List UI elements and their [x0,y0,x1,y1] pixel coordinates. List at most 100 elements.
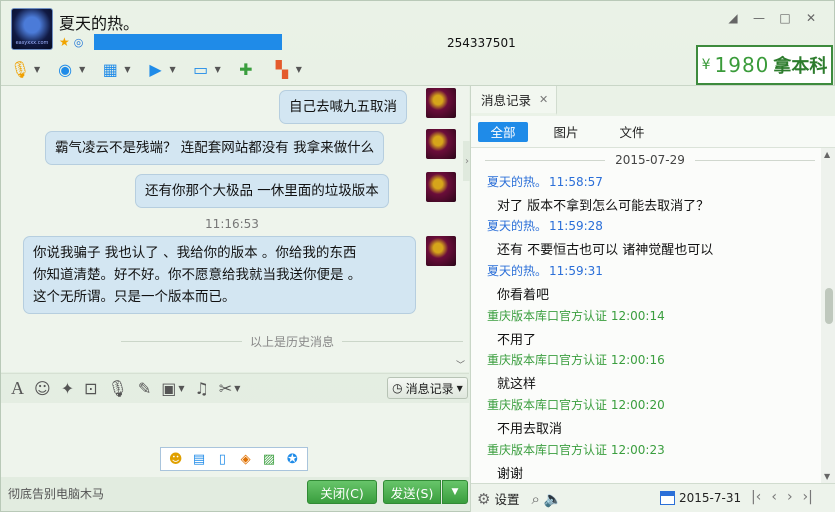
record-text: 就这样 [497,377,537,392]
scissors-icon[interactable]: ✂ ▼ [219,379,241,398]
avatar-logo-text: easyxxx.com [15,40,49,46]
contact-avatar[interactable]: easyxxx.com [11,8,53,50]
emoji-icon[interactable]: ☺ [34,379,51,398]
screenshot-icon[interactable]: ⊡ [84,379,97,398]
plugin-photo-icon[interactable]: ▨ [260,450,278,468]
edit-icon[interactable]: ✎ [138,379,151,398]
filter-images[interactable]: 图片 [538,122,594,142]
send-file-icon: ▶ [149,59,162,79]
toolbar-group-chat[interactable]: ✚ [235,59,257,79]
record-text: 谢谢 [497,467,524,482]
date-picker-value: 2015-7-31 [679,491,742,505]
music-icon[interactable]: ♫ [195,379,209,398]
qq-number: 254337501 [447,36,516,50]
maximize-icon[interactable]: □ [772,8,798,28]
contact-name[interactable]: 夏天的热。 [59,10,139,34]
chat-message-area[interactable]: 自己去喊九五取消 霸气凌云不是残端？ 连配套网站都没有 我拿来做什么 还有你那个… [1,86,469,372]
plugin-gift-icon[interactable]: ◈ [237,450,255,468]
toolbar-video[interactable]: ◉ ▼ [54,59,85,79]
message-history-button[interactable]: ◷ 消息记录 ▼ [387,377,468,399]
record-text: 还有 不要恒古也可以 诸神觉醒也可以 [497,243,714,258]
plugin-emoji-icon[interactable]: ☻ [167,450,185,468]
tab-message-history[interactable]: 消息记录 ✕ [471,86,557,115]
record-text: 对了 版本不拿到怎么可能去取消了？ [497,199,710,214]
message-bubble[interactable]: 自己去喊九五取消 [279,90,407,124]
image-icon[interactable]: ▣ ▼ [161,379,184,398]
record-time: 11:59:28 [549,219,603,233]
magic-icon[interactable]: ✦ [61,379,74,398]
filter-files[interactable]: 文件 [604,122,660,142]
plugin-tablet-icon[interactable]: ▯ [213,450,231,468]
my-avatar[interactable] [426,88,456,118]
chat-add-icon: ✚ [239,59,253,79]
history-panel: 消息记录 ✕ 全部 图片 文件 2015-07-29 夏天的热。 11:58:57… [470,86,835,512]
voice-message-icon[interactable]: 🎙 [108,379,128,398]
screen-share-icon: ▦ [102,59,118,79]
record-sender[interactable]: 重庆版本库口官方认证 12:00:23 [487,441,665,458]
send-options-button[interactable]: ▼ [442,480,468,504]
my-avatar[interactable] [426,172,456,202]
first-page-icon[interactable]: |‹ [751,489,761,505]
sender-name: 夏天的热。 [487,264,548,278]
ad-banner[interactable]: ¥ 1980 拿本科 [696,45,833,85]
scrollbar-thumb[interactable] [825,288,833,324]
chevron-down-icon[interactable]: ▼ [124,65,130,74]
toolbar-screen[interactable]: ▦ ▼ [99,59,131,79]
message-line: 这个无所谓。只是一个版本而已。 [33,289,236,305]
speaker-icon[interactable]: 🔈 [544,490,563,508]
record-sender[interactable]: 重庆版本库口官方认证 12:00:16 [487,351,665,368]
scroll-down-icon[interactable]: ▼ [824,472,830,481]
close-icon[interactable]: ✕ [798,8,824,28]
chevron-down-icon[interactable]: ▼ [296,65,302,74]
search-icon[interactable]: ⌕ [531,490,539,508]
prev-page-icon[interactable]: ‹ [771,489,777,505]
next-page-icon[interactable]: › [787,489,793,505]
webcam-icon: ◉ [58,59,73,79]
settings-label[interactable]: 设置 [494,489,519,508]
message-bubble[interactable]: 还有你那个大极品 一休里面的垃圾版本 [135,174,389,208]
my-avatar[interactable] [426,129,456,159]
my-avatar[interactable] [426,236,456,266]
close-icon[interactable]: ✕ [539,93,548,106]
record-sender[interactable]: 夏天的热。 11:59:31 [487,262,603,279]
record-sender[interactable]: 重庆版本库口官方认证 12:00:20 [487,396,665,413]
message-bubble[interactable]: 霸气凌云不是残端？ 连配套网站都没有 我拿来做什么 [45,131,385,165]
plugin-bar: ☻ ▤ ▯ ◈ ▨ ✪ [160,447,308,471]
chevron-down-icon[interactable]: ▼ [169,65,175,74]
last-page-icon[interactable]: ›| [803,489,813,505]
scroll-down-icon[interactable]: ﹀ [456,358,465,371]
status-text[interactable]: 彻底告别电脑木马 [8,485,104,502]
toolbar-file[interactable]: ▶ ▼ [144,59,175,79]
close-button[interactable]: 关闭(C) [307,480,377,504]
record-text: 不用去取消 [497,422,563,437]
plugin-star-icon[interactable]: ✪ [283,450,301,468]
plugin-doc-icon[interactable]: ▤ [190,450,208,468]
send-button[interactable]: 发送(S) [383,480,441,504]
gear-icon[interactable]: ⚙ [477,490,490,508]
qq-chat-window: easyxxx.com 夏天的热。 ★ ◎ 254337501 ◢ — □ ✕ … [0,0,835,512]
message-bubble[interactable]: 你说我骗子 我也认了 、我给你的版本 。你给我的东西 你知道清楚。好不好。你不愿… [23,236,416,314]
chevron-down-icon[interactable]: ▼ [79,65,85,74]
scroll-up-icon[interactable]: ▲ [824,150,830,159]
history-list[interactable]: 2015-07-29 夏天的热。 11:58:57 对了 版本不拿到怎么可能去取消… [471,148,821,483]
sender-name: 重庆版本库口官方认证 [487,353,608,367]
chevron-down-icon[interactable]: ▼ [34,65,40,74]
chevron-down-icon[interactable]: ▼ [215,65,221,74]
history-nav: |‹ ‹ › ›| [751,489,813,505]
record-sender[interactable]: 重庆版本库口官方认证 12:00:14 [487,307,665,324]
clock-icon: ◷ [392,381,403,395]
filter-all[interactable]: 全部 [478,121,528,142]
minimize-icon[interactable]: — [746,8,772,28]
skin-icon[interactable]: ◢ [720,8,746,28]
history-marker-text: 以上是历史消息 [250,335,335,349]
record-sender[interactable]: 夏天的热。 11:59:28 [487,217,603,234]
divider-line [121,341,242,342]
toolbar-voice[interactable]: 🎙 ▼ [9,59,40,79]
sender-name: 夏天的热。 [487,175,548,189]
font-icon[interactable]: A [11,378,24,399]
toolbar-remote[interactable]: ▭ ▼ [190,59,221,79]
toolbar-apps[interactable]: ▚ ▼ [271,59,302,79]
date-picker[interactable]: 2015-7-31 [660,491,741,505]
record-sender[interactable]: 夏天的热。 11:58:57 [487,173,603,190]
history-scrollbar[interactable]: ▲ ▼ [821,148,835,483]
